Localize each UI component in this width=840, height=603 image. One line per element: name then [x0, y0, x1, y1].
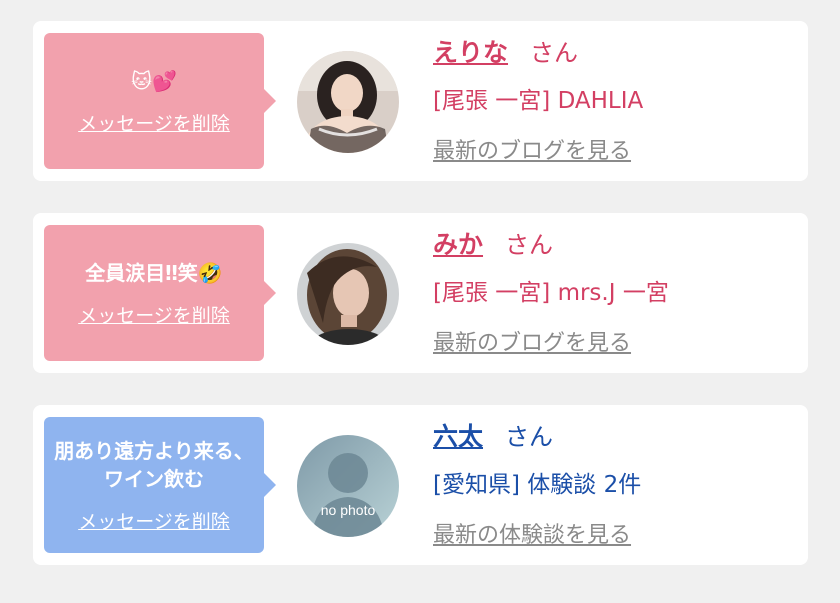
no-photo-avatar: no photo	[297, 435, 399, 537]
user-info: えりな さん [尾張 一宮] DAHLIA 最新のブログを見る	[433, 33, 798, 165]
avatar[interactable]: no photo	[297, 435, 399, 537]
delete-message-link[interactable]: メッセージを削除	[78, 301, 230, 328]
avatar[interactable]	[297, 243, 399, 345]
user-info: 六太 さん [愛知県] 体験談 2件 最新の体験談を見る	[433, 417, 798, 549]
latest-review-link[interactable]: 最新の体験談を見る	[433, 517, 631, 549]
message-text: 朋あり遠方より来る、ワイン飲む	[54, 438, 254, 491]
message-bubble: 朋あり遠方より来る、ワイン飲む メッセージを削除	[44, 417, 276, 553]
user-name-link[interactable]: みか	[433, 225, 483, 261]
message-text: 全員涙目‼笑🤣	[85, 260, 223, 285]
message-bubble: 🐱💕 メッセージを削除	[44, 33, 276, 169]
user-info: みか さん [尾張 一宮] mrs.J 一宮 最新のブログを見る	[433, 225, 798, 357]
shop-label: [愛知県] 体験談 2件	[433, 472, 642, 498]
shop-label: [尾張 一宮] DAHLIA	[433, 88, 644, 114]
message-list: 🐱💕 メッセージを削除 えりな さん [尾張 一宮] DAHLIA 最新のブログ…	[0, 0, 840, 603]
honorific: さん	[530, 39, 579, 67]
delete-message-link[interactable]: メッセージを削除	[78, 507, 230, 534]
no-photo-text: no photo	[321, 502, 376, 518]
honorific: さん	[505, 423, 554, 451]
message-card: 🐱💕 メッセージを削除 えりな さん [尾張 一宮] DAHLIA 最新のブログ…	[33, 21, 808, 181]
message-card: 全員涙目‼笑🤣 メッセージを削除 みか さん [尾張 一宮] mrs.J 一宮 …	[33, 213, 808, 373]
latest-blog-link[interactable]: 最新のブログを見る	[433, 325, 631, 357]
latest-blog-link[interactable]: 最新のブログを見る	[433, 133, 631, 165]
honorific: さん	[505, 231, 554, 259]
avatar-photo	[297, 243, 399, 345]
message-card: 朋あり遠方より来る、ワイン飲む メッセージを削除 no photo 六太 さん …	[33, 405, 808, 565]
message-text: 🐱💕	[131, 68, 177, 93]
user-name-link[interactable]: 六太	[433, 417, 483, 453]
avatar[interactable]	[297, 51, 399, 153]
delete-message-link[interactable]: メッセージを削除	[78, 109, 230, 136]
avatar-photo	[297, 51, 399, 153]
shop-label: [尾張 一宮] mrs.J 一宮	[433, 280, 669, 306]
message-bubble: 全員涙目‼笑🤣 メッセージを削除	[44, 225, 276, 361]
user-name-link[interactable]: えりな	[433, 33, 508, 69]
